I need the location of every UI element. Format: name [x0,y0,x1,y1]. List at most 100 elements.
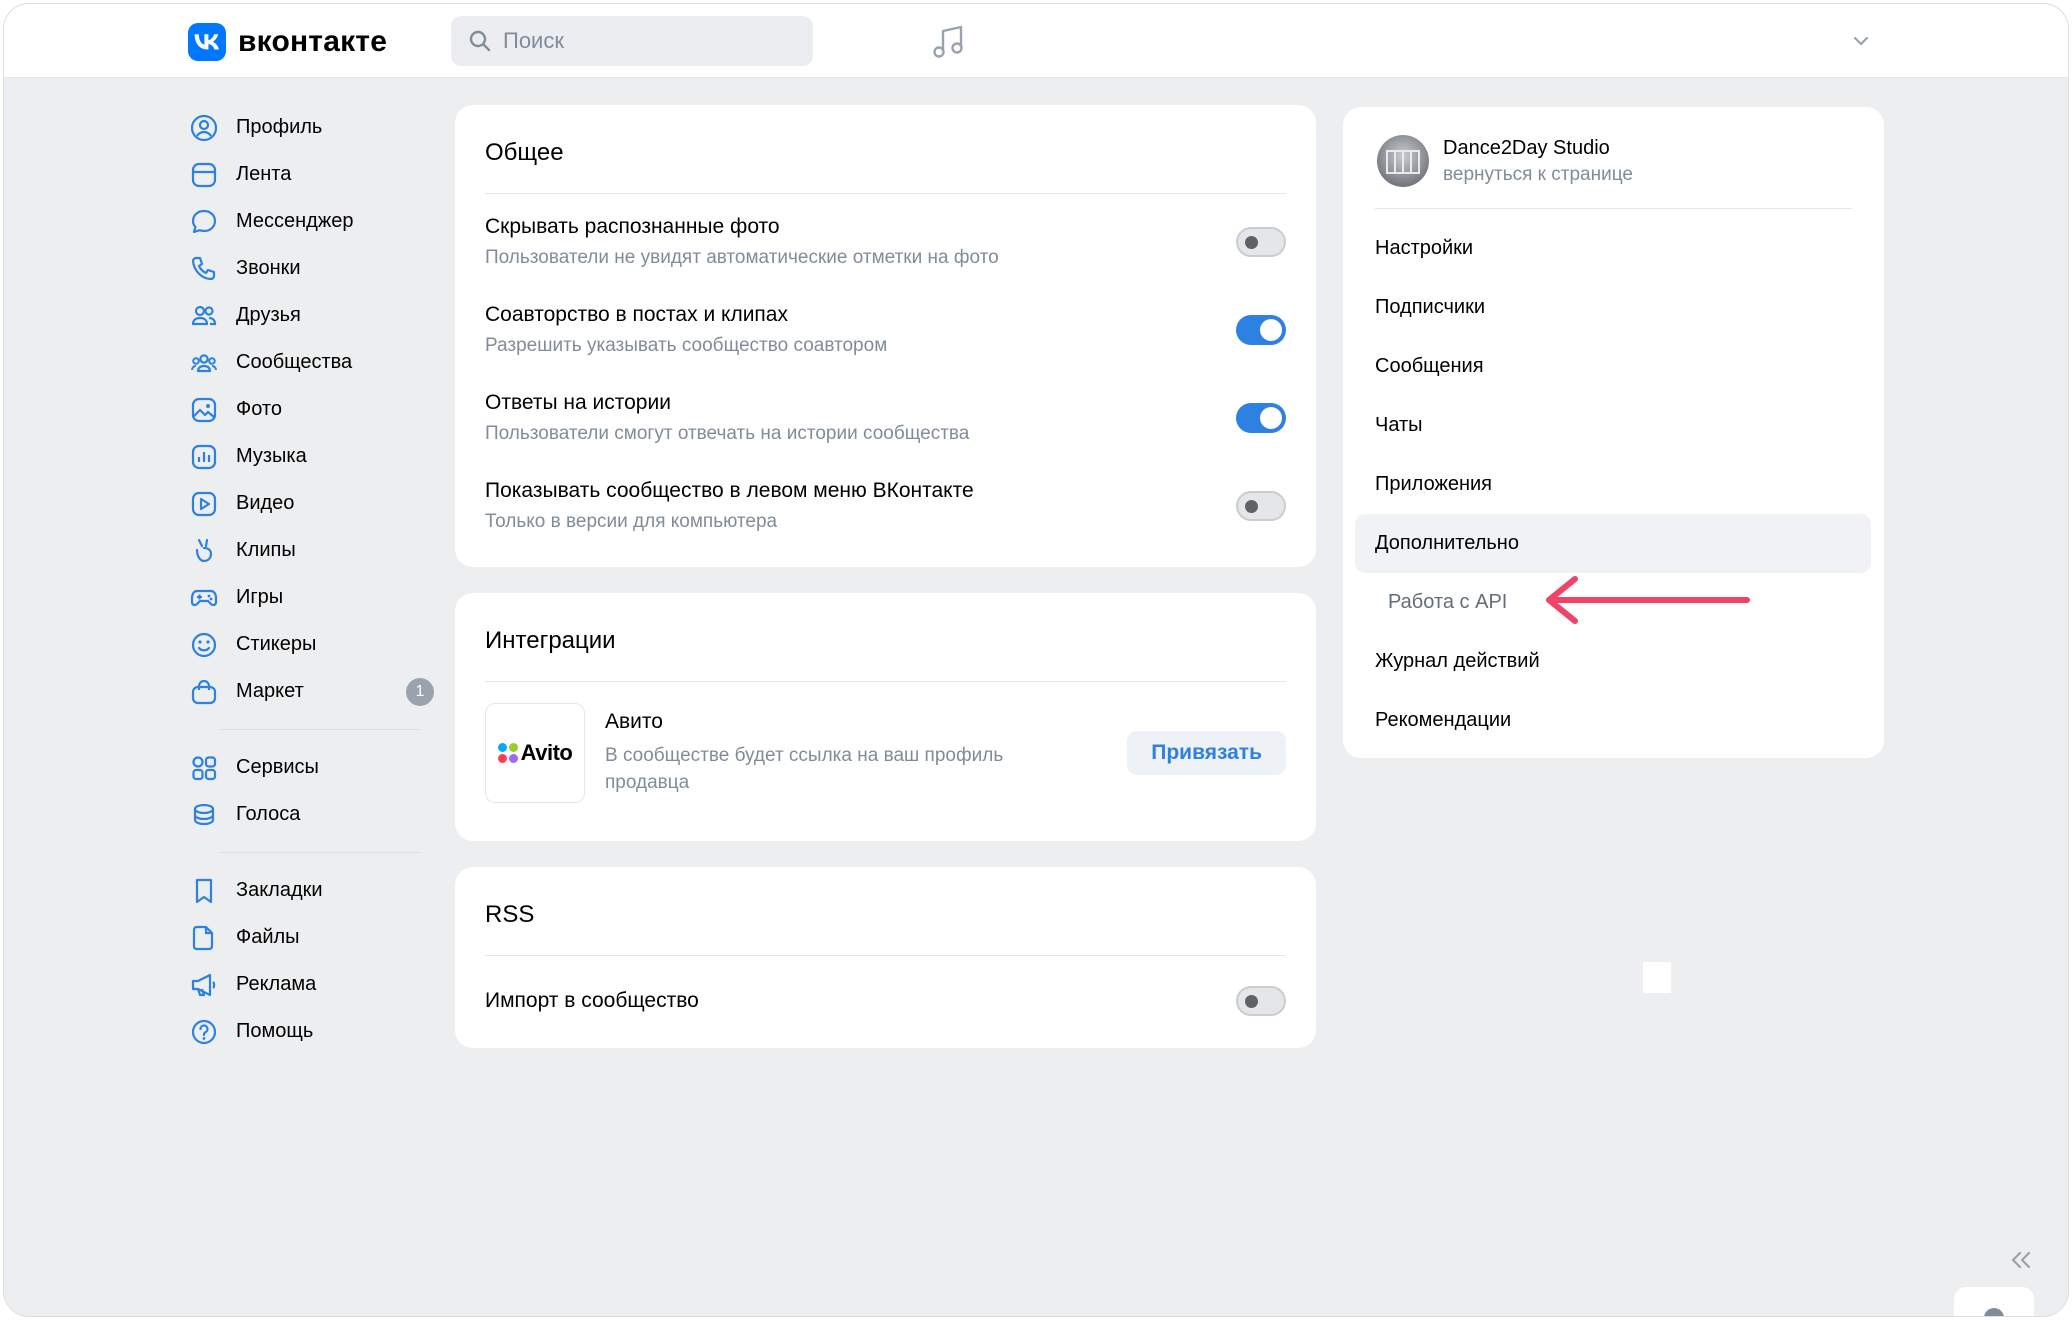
sidebar-item-services[interactable]: Сервисы [190,744,440,791]
search-box[interactable] [451,16,813,66]
rss-card: RSS Импорт в сообщество [455,867,1316,1048]
annotation-arrow-icon [1541,576,1751,637]
link-avito-button[interactable]: Привязать [1127,731,1286,775]
sidebar-item-video[interactable]: Видео [190,480,440,527]
file-icon [192,925,214,950]
widget-dot-icon [1984,1308,2004,1316]
friends-icon [191,305,217,325]
sidebar-item-friends[interactable]: Друзья [190,292,440,339]
setting-row-hide-recognized-photos: Скрывать распознанные фото Пользователи … [485,198,1286,286]
market-badge: 1 [406,678,434,706]
setting-row-rss-import: Импорт в сообщество [485,956,1286,1046]
menu-item-recommendations[interactable]: Рекомендации [1355,691,1871,750]
setting-subtitle: Пользователи смогут отвечать на истории … [485,423,970,444]
setting-title: Соавторство в постах и клипах [485,303,788,326]
sidebar-item-clips[interactable]: Клипы [190,527,440,574]
sidebar-item-music[interactable]: Музыка [190,433,440,480]
sidebar-item-ads[interactable]: Реклама [190,961,440,1008]
logo-text: вконтакте [238,25,388,58]
sidebar-item-calls[interactable]: Звонки [190,245,440,292]
sidebar-item-photos[interactable]: Фото [190,386,440,433]
newsfeed-icon [191,162,217,187]
menu-item-messages[interactable]: Сообщения [1355,337,1871,396]
coins-icon [193,803,215,825]
setting-row-coauthorship: Соавторство в постах и клипах Разрешить … [485,286,1286,374]
menu-item-apps[interactable]: Приложения [1355,455,1871,514]
toggle-show-in-left-menu[interactable] [1236,491,1286,521]
integrations-card: Интеграции Avito Авито В сообществе буде… [455,593,1316,841]
bookmark-icon [195,878,213,903]
menu-divider [1375,208,1852,209]
setting-title: Скрывать распознанные фото [485,215,780,238]
integration-name: Авито [605,710,663,733]
general-section-title: Общее [485,105,1286,194]
music-player-icon[interactable] [932,24,966,65]
rss-section-title: RSS [485,867,1286,956]
toggle-hide-recognized-photos[interactable] [1236,227,1286,257]
sidebar-item-market[interactable]: Маркет 1 [190,668,440,715]
market-bag-icon [191,679,217,704]
services-grid-icon [192,755,217,780]
sidebar-divider [220,729,420,730]
setting-row-story-replies: Ответы на истории Пользователи смогут от… [485,374,1286,462]
setting-subtitle: Пользователи не увидят автоматические от… [485,247,999,268]
sidebar-item-profile[interactable]: Профиль [190,104,440,151]
menu-item-settings[interactable]: Настройки [1355,219,1871,278]
app-window: вконтакте Профиль Лента Мессенджер Звонк [3,3,2069,1317]
top-bar: вконтакте [4,4,2068,78]
blank-square [1643,962,1671,993]
sidebar-item-files[interactable]: Файлы [190,914,440,961]
setting-row-show-in-left-menu: Показывать сообщество в левом меню ВКонт… [485,462,1286,550]
menu-item-subscribers[interactable]: Подписчики [1355,278,1871,337]
left-sidebar: Профиль Лента Мессенджер Звонки Друзья С… [190,104,440,1055]
bottom-widget[interactable] [1954,1287,2034,1316]
message-icon [191,209,217,233]
avito-dots-icon [497,743,518,763]
toggle-rss-import[interactable] [1236,986,1286,1016]
setting-subtitle: Разрешить указывать сообщество соавтором [485,335,888,356]
clips-icon [195,538,213,562]
back-to-page-link[interactable]: вернуться к странице [1443,164,1633,186]
toggle-coauthorship[interactable] [1236,315,1286,345]
vk-logo[interactable]: вконтакте [188,23,387,61]
integration-description: В сообществе будет ссылка на ваш профиль… [605,745,1004,793]
vk-logo-icon [188,23,226,61]
sidebar-item-bookmarks[interactable]: Закладки [190,867,440,914]
music-icon [191,444,217,469]
sidebar-item-stickers[interactable]: Стикеры [190,621,440,668]
megaphone-icon [191,973,216,996]
menu-item-chats[interactable]: Чаты [1355,396,1871,455]
setting-title: Показывать сообщество в левом меню ВКонт… [485,479,974,502]
avito-integration-row: Avito Авито В сообществе будет ссылка на… [485,682,1286,810]
smile-icon [191,632,217,657]
sidebar-item-communities[interactable]: Сообщества [190,339,440,386]
phone-icon [191,256,216,280]
communities-icon [191,353,217,372]
sidebar-item-help[interactable]: Помощь [190,1008,440,1055]
sidebar-divider [220,852,420,853]
collapse-chevrons-icon[interactable] [2008,1250,2034,1275]
search-icon [469,30,491,52]
sidebar-item-games[interactable]: Игры [190,574,440,621]
setting-subtitle: Только в версии для компьютера [485,511,778,532]
setting-title: Импорт в сообщество [485,989,699,1012]
community-name: Dance2Day Studio [1443,136,1610,159]
community-header[interactable]: Dance2Day Studio вернуться к странице [1377,135,1633,187]
sidebar-item-votes[interactable]: Голоса [190,791,440,838]
photo-icon [191,397,217,422]
sidebar-item-messenger[interactable]: Мессенджер [190,198,440,245]
menu-item-advanced[interactable]: Дополнительно [1355,514,1871,573]
avito-logo: Avito [485,703,585,803]
help-icon [191,1019,217,1044]
search-input[interactable] [503,28,793,54]
gamepad-icon [190,589,218,606]
community-management-menu: Dance2Day Studio вернуться к странице На… [1343,107,1884,758]
user-circle-icon [190,114,218,141]
profile-menu-chevron-icon[interactable] [1852,34,1870,52]
integrations-section-title: Интеграции [485,593,1286,682]
settings-menu-list: Настройки Подписчики Сообщения Чаты Прил… [1355,219,1871,750]
general-settings-card: Общее Скрывать распознанные фото Пользов… [455,105,1316,567]
menu-item-action-log[interactable]: Журнал действий [1355,632,1871,691]
toggle-story-replies[interactable] [1236,403,1286,433]
sidebar-item-feed[interactable]: Лента [190,151,440,198]
